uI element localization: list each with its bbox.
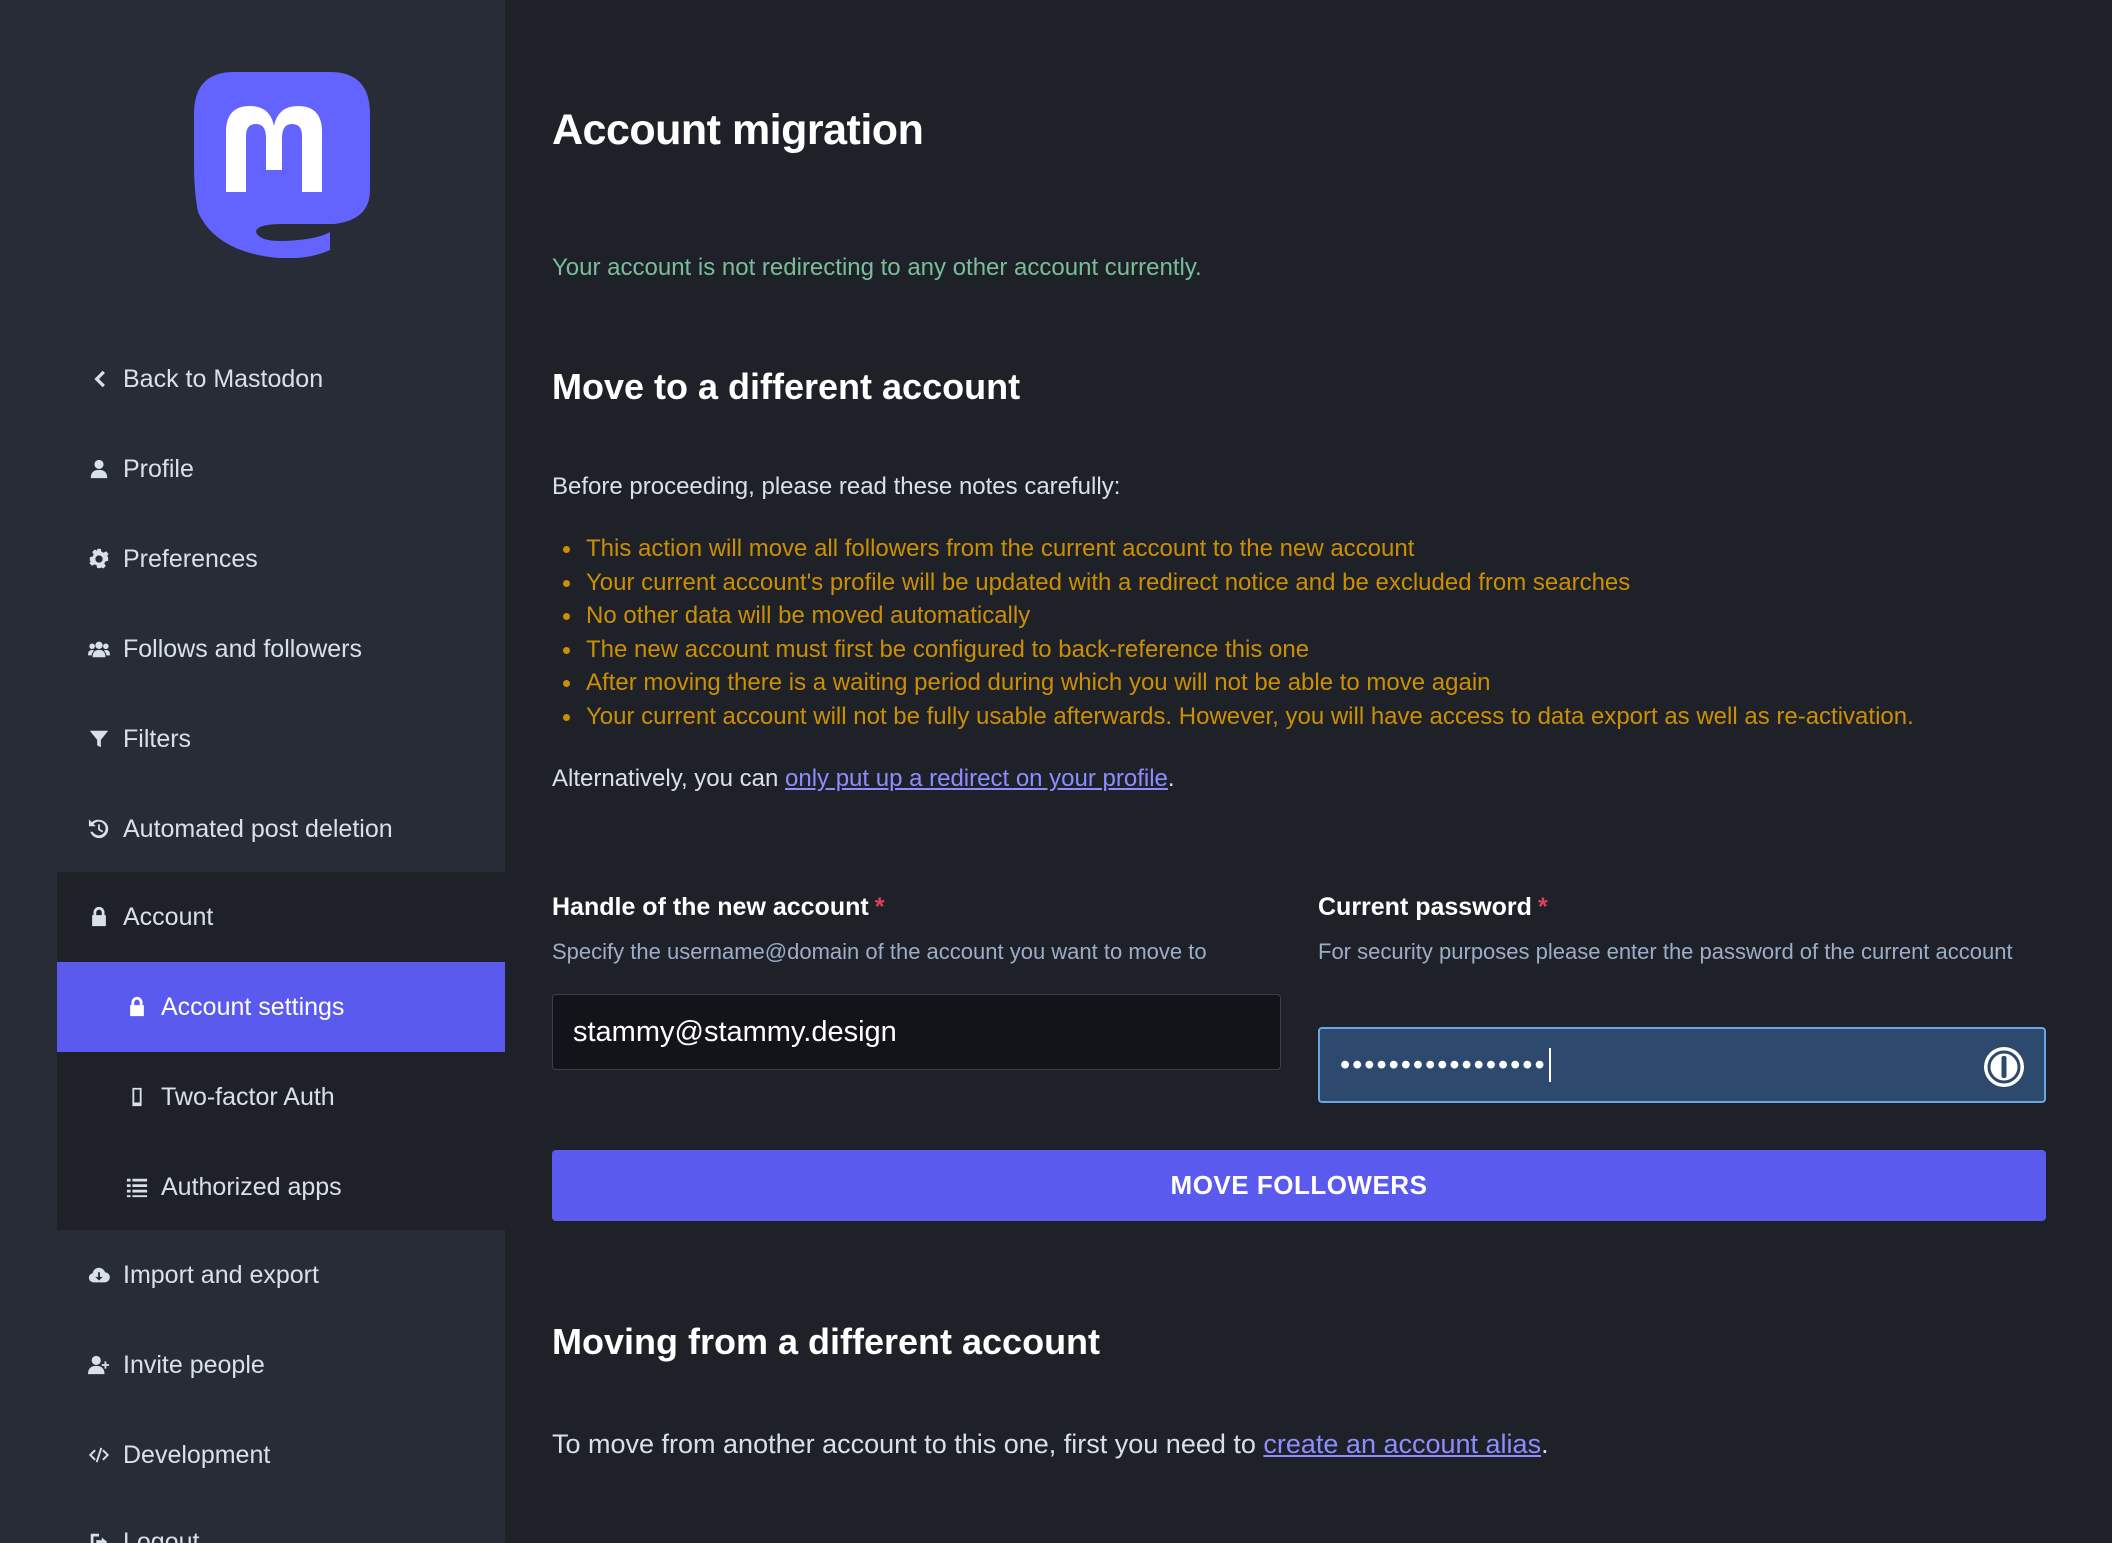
sidebar-item-two-factor[interactable]: Two-factor Auth xyxy=(57,1052,505,1142)
page-title: Account migration xyxy=(552,106,924,154)
sidebar-item-account-settings[interactable]: Account settings xyxy=(57,962,505,1052)
filter-icon xyxy=(87,727,111,751)
sidebar-item-label: Preferences xyxy=(123,544,258,573)
sidebar-item-logout[interactable]: Logout xyxy=(57,1497,505,1543)
sidebar-item-label: Account xyxy=(123,902,214,931)
sidebar-item-preferences[interactable]: Preferences xyxy=(57,514,505,604)
warning-item: After moving there is a waiting period d… xyxy=(563,666,2056,700)
list-icon xyxy=(125,1175,149,1199)
text-caret xyxy=(1548,1048,1551,1082)
sidebar-item-label: Authorized apps xyxy=(161,1172,342,1201)
sidebar-item-filters[interactable]: Filters xyxy=(57,694,505,784)
required-mark: * xyxy=(874,893,885,921)
handle-input[interactable]: stammy@stammy.design xyxy=(552,994,1281,1070)
redirect-profile-link[interactable]: only put up a redirect on your profile xyxy=(785,765,1168,792)
alternative-prefix: Alternatively, you can xyxy=(552,765,786,792)
warning-item: Your current account's profile will be u… xyxy=(563,566,2056,600)
cloud-download-icon xyxy=(87,1263,111,1287)
handle-label-text: Handle of the new account xyxy=(552,893,869,921)
sidebar-item-profile[interactable]: Profile xyxy=(57,424,505,514)
mobile-icon xyxy=(125,1085,149,1109)
sidebar-item-label: Development xyxy=(123,1440,271,1469)
sidebar-item-label: Profile xyxy=(123,454,194,483)
warning-item: This action will move all followers from… xyxy=(563,532,2056,566)
create-alias-link[interactable]: create an account alias xyxy=(1263,1429,1541,1459)
code-icon xyxy=(87,1443,111,1467)
password-hint: For security purposes please enter the p… xyxy=(1318,939,2013,964)
alias-text: To move from another account to this one… xyxy=(552,1429,1549,1460)
lock-icon xyxy=(125,995,149,1019)
mastodon-logo[interactable] xyxy=(194,72,370,258)
password-label-text: Current password xyxy=(1318,893,1532,921)
move-section-heading: Move to a different account xyxy=(552,366,1021,407)
lock-icon xyxy=(87,905,111,929)
users-icon xyxy=(87,637,111,661)
required-mark: * xyxy=(1537,893,1548,921)
sidebar-item-development[interactable]: Development xyxy=(57,1410,505,1500)
alias-suffix: . xyxy=(1541,1429,1549,1459)
handle-input-value: stammy@stammy.design xyxy=(573,1015,897,1048)
sidebar-item-authorized-apps[interactable]: Authorized apps xyxy=(57,1142,505,1232)
sidebar-item-label: Import and export xyxy=(123,1260,319,1289)
sidebar-item-label: Follows and followers xyxy=(123,634,362,663)
password-input[interactable]: ••••••••••••••••• xyxy=(1318,1027,2046,1103)
sidebar-item-import-export[interactable]: Import and export xyxy=(57,1230,505,1320)
handle-label: Handle of the new account * xyxy=(552,893,884,922)
app-window: Back to Mastodon Profile Preferences Fol… xyxy=(0,0,2112,1543)
password-masked-value: ••••••••••••••••• xyxy=(1340,1048,1547,1081)
sidebar-item-label: Two-factor Auth xyxy=(161,1082,335,1111)
sign-out-icon xyxy=(87,1530,111,1543)
sidebar-item-back[interactable]: Back to Mastodon xyxy=(57,334,505,424)
password-manager-icon[interactable] xyxy=(1982,1045,2026,1089)
move-followers-button[interactable]: MOVE FOLLOWERS xyxy=(552,1150,2046,1221)
alias-prefix: To move from another account to this one… xyxy=(552,1429,1264,1459)
sidebar-item-label: Invite people xyxy=(123,1350,265,1379)
sidebar-item-label: Account settings xyxy=(161,992,345,1021)
alternative-suffix: . xyxy=(1167,765,1175,792)
chevron-left-icon xyxy=(87,367,111,391)
sidebar-item-label: Logout xyxy=(123,1527,200,1543)
user-plus-icon xyxy=(87,1353,111,1377)
history-icon xyxy=(87,817,111,841)
move-intro: Before proceeding, please read these not… xyxy=(552,473,1121,500)
sidebar-item-follows[interactable]: Follows and followers xyxy=(57,604,505,694)
sidebar-item-account[interactable]: Account xyxy=(57,872,505,962)
sidebar-item-label: Automated post deletion xyxy=(123,814,393,843)
warning-item: The new account must first be configured… xyxy=(563,633,2056,667)
alternative-text: Alternatively, you can only put up a red… xyxy=(552,765,1175,793)
warning-item: No other data will be moved automaticall… xyxy=(563,599,2056,633)
warning-list: This action will move all followers from… xyxy=(563,532,2056,734)
redirect-status: Your account is not redirecting to any o… xyxy=(552,254,1202,281)
from-section-heading: Moving from a different account xyxy=(552,1321,1101,1362)
sidebar-item-automated-deletion[interactable]: Automated post deletion xyxy=(57,784,505,874)
password-label: Current password * xyxy=(1318,893,1548,922)
warning-item: Your current account will not be fully u… xyxy=(563,700,2056,734)
handle-hint: Specify the username@domain of the accou… xyxy=(552,939,1207,964)
sidebar-item-invite[interactable]: Invite people xyxy=(57,1320,505,1410)
gear-icon xyxy=(87,547,111,571)
sidebar-item-label: Back to Mastodon xyxy=(123,364,324,393)
sidebar-item-label: Filters xyxy=(123,724,192,753)
user-icon xyxy=(87,457,111,481)
sidebar: Back to Mastodon Profile Preferences Fol… xyxy=(0,0,505,1543)
